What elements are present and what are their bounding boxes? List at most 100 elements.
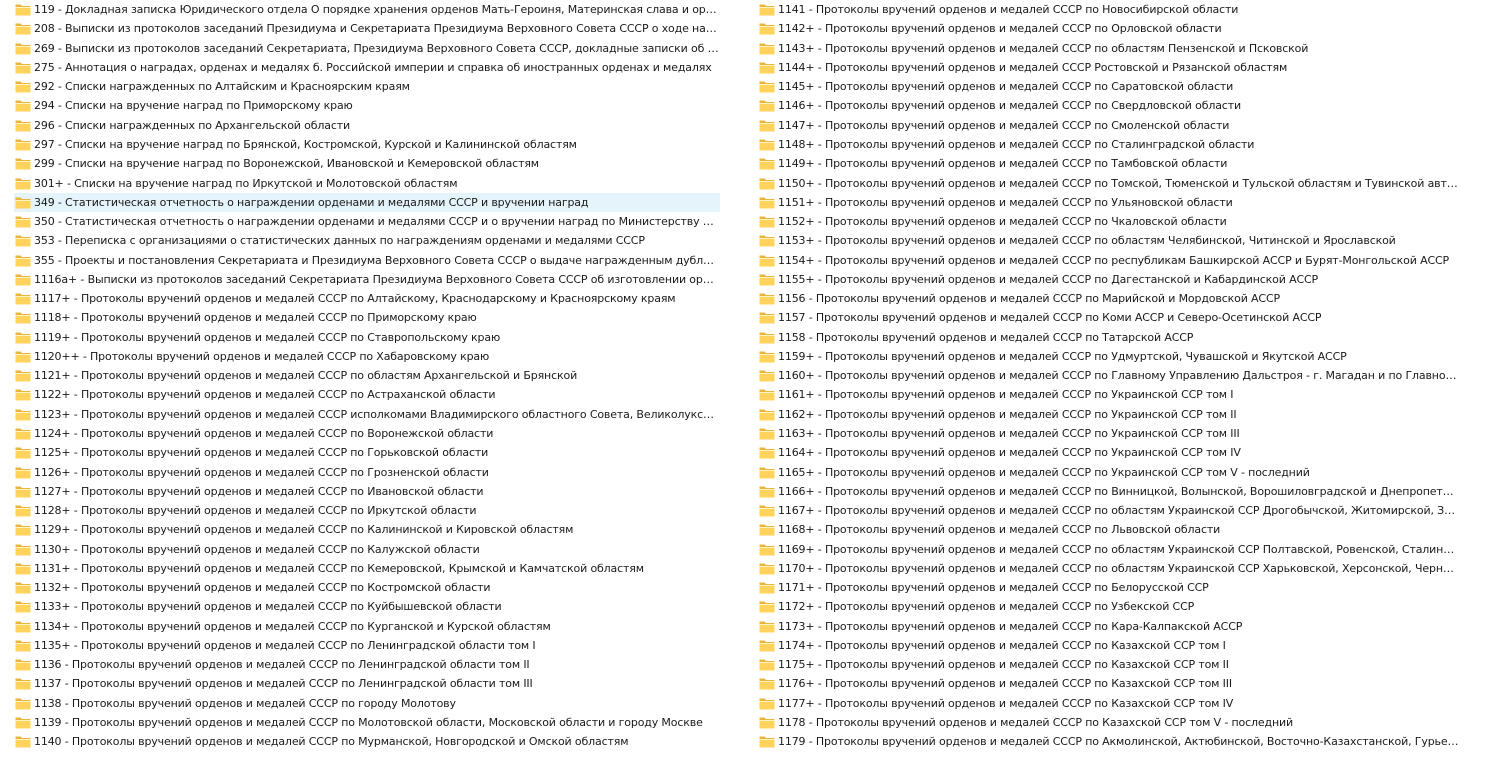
folder-icon (15, 331, 31, 344)
folder-name: 1156 - Протоколы вручений орденов и меда… (778, 292, 1280, 306)
folder-item[interactable]: 1174+ - Протоколы вручений орденов и мед… (758, 636, 1460, 655)
folder-item[interactable]: 1175+ - Протоколы вручений орденов и мед… (758, 655, 1460, 674)
folder-item[interactable]: 1146+ - Протоколы вручений орденов и мед… (758, 96, 1460, 115)
folder-item[interactable]: 1151+ - Протоколы вручений орденов и мед… (758, 193, 1460, 212)
folder-item[interactable]: 1122+ - Протоколы вручений орденов и мед… (14, 385, 720, 404)
folder-item[interactable]: 1161+ - Протоколы вручений орденов и мед… (758, 385, 1460, 404)
folder-item[interactable]: 119 - Докладная записка Юридического отд… (14, 0, 720, 19)
folder-item[interactable]: 1116а+ - Выписки из протоколов заседаний… (14, 270, 720, 289)
folder-item[interactable]: 1167+ - Протоколы вручений орденов и мед… (758, 501, 1460, 520)
folder-icon (759, 600, 775, 613)
folder-item[interactable]: 1135+ - Протоколы вручений орденов и мед… (14, 636, 720, 655)
folder-icon (15, 600, 31, 613)
folder-item[interactable]: 1124+ - Протоколы вручений орденов и мед… (14, 424, 720, 443)
folder-item[interactable]: 294 - Списки на вручение наград по Примо… (14, 96, 720, 115)
folder-icon (15, 446, 31, 459)
folder-item[interactable]: 296 - Списки награжденных по Архангельск… (14, 116, 720, 135)
folder-item[interactable]: 275 - Аннотация о наградах, орденах и ме… (14, 58, 720, 77)
folder-item[interactable]: 1123+ - Протоколы вручений орденов и мед… (14, 405, 720, 424)
folder-item[interactable]: 1127+ - Протоколы вручений орденов и мед… (14, 482, 720, 501)
folder-name: 1177+ - Протоколы вручений орденов и мед… (778, 696, 1234, 710)
folder-item[interactable]: 1129+ - Протоколы вручений орденов и мед… (14, 520, 720, 539)
folder-item[interactable]: 292 - Списки награжденных по Алтайским и… (14, 77, 720, 96)
folder-icon (759, 273, 775, 286)
folder-item[interactable]: 1171+ - Протоколы вручений орденов и мед… (758, 578, 1460, 597)
folder-item[interactable]: 1165+ - Протоколы вручений орденов и мед… (758, 462, 1460, 481)
folder-icon (15, 138, 31, 151)
folder-item[interactable]: 1153+ - Протоколы вручений орденов и мед… (758, 231, 1460, 250)
folder-name: 1136 - Протоколы вручений орденов и меда… (34, 658, 530, 672)
folder-item[interactable]: 1119+ - Протоколы вручений орденов и мед… (14, 328, 720, 347)
folder-icon (15, 697, 31, 710)
folder-item[interactable]: 1128+ - Протоколы вручений орденов и мед… (14, 501, 720, 520)
folder-item[interactable]: 1147+ - Протоколы вручений орденов и мед… (758, 116, 1460, 135)
folder-item[interactable]: 1158 - Протоколы вручений орденов и меда… (758, 328, 1460, 347)
folder-item[interactable]: 1138 - Протоколы вручений орденов и меда… (14, 694, 720, 713)
folder-item[interactable]: 1159+ - Протоколы вручений орденов и мед… (758, 347, 1460, 366)
folder-item[interactable]: 269 - Выписки из протоколов заседаний Се… (14, 39, 720, 58)
folder-item[interactable]: 1131+ - Протоколы вручений орденов и мед… (14, 559, 720, 578)
folder-item[interactable]: 1164+ - Протоколы вручений орденов и мед… (758, 443, 1460, 462)
folder-item[interactable]: 355 - Проекты и постановления Секретариа… (14, 250, 720, 269)
folder-item[interactable]: 301+ - Списки на вручение наград по Ирку… (14, 173, 720, 192)
folder-item[interactable]: 299 - Списки на вручение наград по Ворон… (14, 154, 720, 173)
folder-name: 1128+ - Протоколы вручений орденов и мед… (34, 504, 477, 518)
folder-item[interactable]: 1120++ - Протоколы вручений орденов и ме… (14, 347, 720, 366)
folder-icon (15, 716, 31, 729)
folder-item[interactable]: 1134+ - Протоколы вручений орденов и мед… (14, 617, 720, 636)
folder-item[interactable]: 1179 - Протоколы вручений орденов и меда… (758, 732, 1460, 751)
folder-item[interactable]: 1143+ - Протоколы вручений орденов и мед… (758, 39, 1460, 58)
folder-item[interactable]: 1156 - Протоколы вручений орденов и меда… (758, 289, 1460, 308)
folder-item[interactable]: 1162+ - Протоколы вручений орденов и мед… (758, 405, 1460, 424)
folder-item[interactable]: 353 - Переписка с организациями о статис… (14, 231, 720, 250)
folder-item[interactable]: 1137 - Протоколы вручений орденов и меда… (14, 674, 720, 693)
folder-name: 1149+ - Протоколы вручений орденов и мед… (778, 157, 1228, 171)
folder-item[interactable]: 1140 - Протоколы вручений орденов и меда… (14, 732, 720, 751)
folder-item[interactable]: 297 - Списки на вручение наград по Брянс… (14, 135, 720, 154)
folder-item[interactable]: 1155+ - Протоколы вручений орденов и мед… (758, 270, 1460, 289)
folder-icon (759, 196, 775, 209)
folder-item[interactable]: 1144+ - Протоколы вручений орденов и мед… (758, 58, 1460, 77)
folder-item[interactable]: 1125+ - Протоколы вручений орденов и мед… (14, 443, 720, 462)
folder-item[interactable]: 1130+ - Протоколы вручений орденов и мед… (14, 539, 720, 558)
folder-item[interactable]: 1172+ - Протоколы вручений орденов и мед… (758, 597, 1460, 616)
folder-item[interactable]: 1166+ - Протоколы вручений орденов и мед… (758, 482, 1460, 501)
folder-item[interactable]: 1139 - Протоколы вручений орденов и меда… (14, 713, 720, 732)
folder-item[interactable]: 1133+ - Протоколы вручений орденов и мед… (14, 597, 720, 616)
folder-item[interactable]: 1152+ - Протоколы вручений орденов и мед… (758, 212, 1460, 231)
folder-item[interactable]: 1142+ - Протоколы вручений орденов и мед… (758, 19, 1460, 38)
folder-name: 1134+ - Протоколы вручений орденов и мед… (34, 619, 551, 633)
folder-item[interactable]: 1173+ - Протоколы вручений орденов и мед… (758, 617, 1460, 636)
folder-item[interactable]: 1178 - Протоколы вручений орденов и меда… (758, 713, 1460, 732)
folder-item[interactable]: 1145+ - Протоколы вручений орденов и мед… (758, 77, 1460, 96)
folder-item[interactable]: 1132+ - Протоколы вручений орденов и мед… (14, 578, 720, 597)
folder-name: 1157 - Протоколы вручений орденов и меда… (778, 311, 1322, 325)
folder-item[interactable]: 1136 - Протоколы вручений орденов и меда… (14, 655, 720, 674)
folder-item[interactable]: 1157 - Протоколы вручений орденов и меда… (758, 308, 1460, 327)
folder-item[interactable]: 1148+ - Протоколы вручений орденов и мед… (758, 135, 1460, 154)
folder-name: 301+ - Списки на вручение наград по Ирку… (34, 176, 458, 190)
folder-item[interactable]: 1168+ - Протоколы вручений орденов и мед… (758, 520, 1460, 539)
folder-item[interactable]: 1154+ - Протоколы вручений орденов и мед… (758, 250, 1460, 269)
folder-item[interactable]: 1126+ - Протоколы вручений орденов и мед… (14, 462, 720, 481)
folder-item[interactable]: 208 - Выписки из протоколов заседаний Пр… (14, 19, 720, 38)
folder-item[interactable]: 1150+ - Протоколы вручений орденов и мед… (758, 173, 1460, 192)
folder-item[interactable]: 1118+ - Протоколы вручений орденов и мед… (14, 308, 720, 327)
folder-item[interactable]: 350 - Статистическая отчетность о награж… (14, 212, 720, 231)
folder-item[interactable]: 1176+ - Протоколы вручений орденов и мед… (758, 674, 1460, 693)
folder-name: 1116а+ - Выписки из протоколов заседаний… (34, 272, 720, 286)
folder-item[interactable]: 1177+ - Протоколы вручений орденов и мед… (758, 694, 1460, 713)
folder-item[interactable]: 1160+ - Протоколы вручений орденов и мед… (758, 366, 1460, 385)
folder-item[interactable]: 1149+ - Протоколы вручений орденов и мед… (758, 154, 1460, 173)
folder-item[interactable]: 1141 - Протоколы вручений орденов и меда… (758, 0, 1460, 19)
folder-item[interactable]: 1170+ - Протоколы вручений орденов и мед… (758, 559, 1460, 578)
folder-name: 1127+ - Протоколы вручений орденов и мед… (34, 484, 484, 498)
folder-item[interactable]: 1117+ - Протоколы вручений орденов и мед… (14, 289, 720, 308)
folder-item[interactable]: 1169+ - Протоколы вручений орденов и мед… (758, 539, 1460, 558)
folder-name: 1143+ - Протоколы вручений орденов и мед… (778, 41, 1309, 55)
folder-item[interactable]: 1163+ - Протоколы вручений орденов и мед… (758, 424, 1460, 443)
folder-icon (15, 350, 31, 363)
folder-name: 1172+ - Протоколы вручений орденов и мед… (778, 600, 1195, 614)
folder-item[interactable]: 1121+ - Протоколы вручений орденов и мед… (14, 366, 720, 385)
folder-item[interactable]: 349 - Статистическая отчетность о награж… (14, 192, 720, 212)
